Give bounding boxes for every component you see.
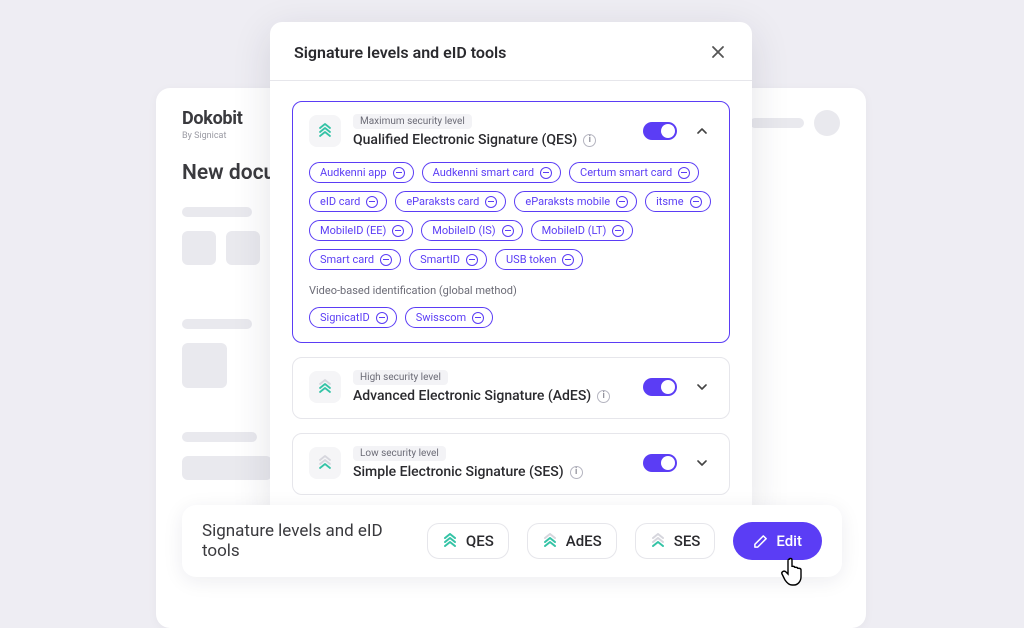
remove-icon [376, 312, 388, 324]
remove-icon [562, 254, 574, 266]
summary-chip-ades: AdES [527, 523, 617, 559]
chevron-down-icon [697, 458, 707, 468]
chip-mobileid-is[interactable]: MobileID (IS) [421, 220, 522, 241]
level-card-ses: Low security level Simple Electronic Sig… [292, 433, 730, 495]
level-header-qes[interactable]: Maximum security level Qualified Electro… [309, 114, 713, 148]
level-name-label: Advanced Electronic Signature (AdES) [353, 388, 591, 404]
pencil-icon [753, 534, 768, 549]
remove-icon [612, 225, 624, 237]
level-badge: Low security level [353, 446, 446, 461]
remove-icon [540, 167, 552, 179]
chip-smart-card[interactable]: Smart card [309, 249, 401, 270]
modal-body: Maximum security level Qualified Electro… [270, 81, 752, 519]
remove-icon [392, 225, 404, 237]
collapse-button-qes[interactable] [691, 126, 713, 136]
remove-icon [485, 196, 497, 208]
toggle-ades[interactable] [643, 378, 677, 396]
summary-chip-label: QES [466, 532, 494, 550]
remove-icon [678, 167, 690, 179]
summary-bar-title: Signature levels and eID tools [202, 521, 403, 561]
summary-chip-ses: SES [635, 523, 716, 559]
chip-eparaksts-mobile[interactable]: eParaksts mobile [514, 191, 637, 212]
header-skeleton-right [750, 110, 840, 136]
chip-eparaksts-card[interactable]: eParaksts card [395, 191, 506, 212]
summary-chip-qes: QES [427, 523, 509, 559]
chip-eid-card[interactable]: eID card [309, 191, 387, 212]
chip-mobileid-ee[interactable]: MobileID (EE) [309, 220, 413, 241]
triple-chevron-up-icon [317, 455, 333, 471]
chip-certum-smart-card[interactable]: Certum smart card [569, 162, 699, 183]
summary-chip-label: AdES [566, 532, 602, 550]
chip-signicatid[interactable]: SignicatID [309, 307, 397, 328]
expand-button-ses[interactable] [691, 458, 713, 468]
level-icon-qes [309, 115, 341, 147]
triple-chevron-up-icon [542, 533, 558, 549]
eid-chip-list-primary: Audkenni app Audkenni smart card Certum … [309, 162, 713, 270]
remove-icon [472, 312, 484, 324]
triple-chevron-up-icon [442, 533, 458, 549]
chip-usb-token[interactable]: USB token [495, 249, 583, 270]
summary-chip-label: SES [674, 532, 701, 550]
remove-icon [502, 225, 514, 237]
remove-icon [616, 196, 628, 208]
level-header-ses[interactable]: Low security level Simple Electronic Sig… [309, 446, 713, 480]
level-card-ades: High security level Advanced Electronic … [292, 357, 730, 419]
chevron-down-icon [697, 382, 707, 392]
chip-itsme[interactable]: itsme [645, 191, 710, 212]
modal-header: Signature levels and eID tools [270, 22, 752, 81]
remove-icon [466, 254, 478, 266]
level-icon-ses [309, 447, 341, 479]
level-card-qes: Maximum security level Qualified Electro… [292, 101, 730, 343]
info-icon[interactable]: i [570, 466, 583, 479]
chip-audkenni-smart-card[interactable]: Audkenni smart card [422, 162, 561, 183]
remove-icon [380, 254, 392, 266]
close-icon [711, 45, 725, 59]
chip-swisscom[interactable]: Swisscom [405, 307, 494, 328]
edit-button[interactable]: Edit [733, 522, 822, 560]
level-header-ades[interactable]: High security level Advanced Electronic … [309, 370, 713, 404]
toggle-qes[interactable] [643, 122, 677, 140]
toggle-ses[interactable] [643, 454, 677, 472]
triple-chevron-up-icon [317, 379, 333, 395]
modal-title: Signature levels and eID tools [294, 43, 506, 62]
level-badge: Maximum security level [353, 114, 472, 129]
remove-icon [690, 196, 702, 208]
remove-icon [366, 196, 378, 208]
triple-chevron-up-icon [317, 123, 333, 139]
info-icon[interactable]: i [583, 134, 596, 147]
expand-button-ades[interactable] [691, 382, 713, 392]
level-icon-ades [309, 371, 341, 403]
triple-chevron-up-icon [650, 533, 666, 549]
level-badge: High security level [353, 370, 448, 385]
close-button[interactable] [708, 42, 728, 62]
summary-bar: Signature levels and eID tools QES AdES … [182, 505, 842, 577]
chip-smartid[interactable]: SmartID [409, 249, 487, 270]
signature-levels-modal: Signature levels and eID tools Maximum s… [270, 22, 752, 519]
level-name-label: Qualified Electronic Signature (QES) [353, 132, 577, 148]
level-name-label: Simple Electronic Signature (SES) [353, 464, 564, 480]
chip-audkenni-app[interactable]: Audkenni app [309, 162, 414, 183]
edit-button-label: Edit [776, 532, 802, 550]
video-identification-subheading: Video-based identification (global metho… [309, 284, 713, 297]
info-icon[interactable]: i [597, 390, 610, 403]
chip-mobileid-lt[interactable]: MobileID (LT) [531, 220, 634, 241]
chevron-up-icon [697, 126, 707, 136]
remove-icon [393, 167, 405, 179]
eid-chip-list-secondary: SignicatID Swisscom [309, 307, 713, 328]
